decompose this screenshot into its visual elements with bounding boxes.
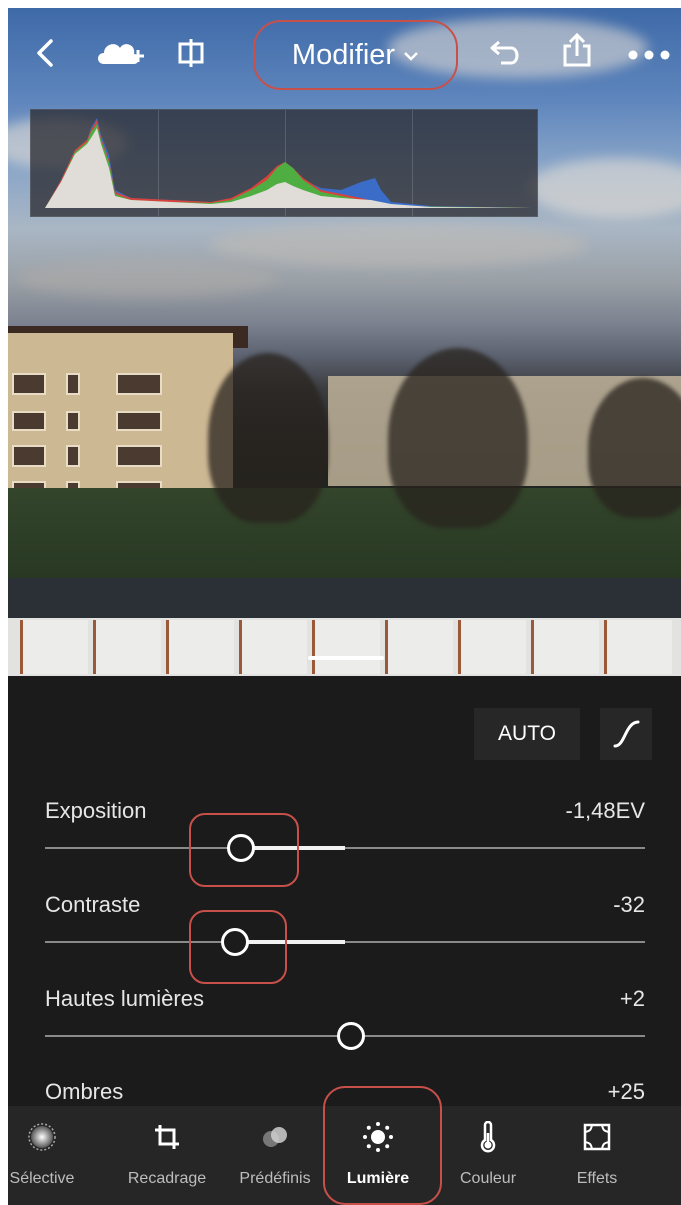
tool-label: Sélective bbox=[9, 1170, 75, 1187]
garage-door bbox=[312, 620, 380, 674]
window bbox=[116, 411, 162, 431]
slider-label: Exposition bbox=[45, 798, 147, 823]
back-icon[interactable] bbox=[30, 38, 60, 74]
garage-door bbox=[385, 620, 453, 674]
tool-crop[interactable]: Recadrage bbox=[122, 1106, 212, 1205]
cloud-add-icon[interactable] bbox=[94, 36, 150, 76]
edit-mode-dropdown[interactable]: Modifier bbox=[253, 20, 458, 90]
garage-door bbox=[458, 620, 526, 674]
selective-icon bbox=[27, 1122, 57, 1152]
slider-label: Hautes lumières bbox=[45, 986, 204, 1011]
crop-icon bbox=[153, 1122, 181, 1152]
slider-value: -32 bbox=[613, 892, 645, 917]
window bbox=[116, 445, 162, 467]
garage-door bbox=[166, 620, 234, 674]
auto-button[interactable]: AUTO bbox=[474, 708, 580, 760]
presets-icon bbox=[260, 1122, 290, 1152]
more-icon[interactable] bbox=[625, 38, 681, 68]
window bbox=[66, 445, 80, 467]
tool-effects[interactable]: Effets bbox=[557, 1106, 637, 1205]
garage-roof bbox=[8, 578, 681, 618]
tree bbox=[208, 353, 328, 523]
undo-icon[interactable] bbox=[488, 36, 524, 74]
highlight-box bbox=[189, 910, 287, 984]
cloud bbox=[18, 258, 278, 298]
curve-icon bbox=[613, 720, 640, 748]
effects-icon bbox=[582, 1122, 612, 1152]
tool-label: Couleur bbox=[459, 1170, 517, 1187]
garage-door bbox=[531, 620, 599, 674]
tool-color[interactable]: Couleur bbox=[448, 1106, 528, 1205]
slider-value: +25 bbox=[607, 1079, 645, 1104]
tool-presets[interactable]: Prédéfinis bbox=[230, 1106, 320, 1205]
lawn bbox=[8, 488, 681, 578]
window bbox=[12, 411, 46, 431]
cloud bbox=[528, 158, 681, 218]
tool-label: Effets bbox=[576, 1170, 618, 1187]
highlight-box bbox=[189, 813, 299, 887]
light-adjustment-panel: AUTO Exposition -1,48EV Contraste -32 Ha… bbox=[8, 676, 681, 1106]
edit-mode-title: Modifier bbox=[291, 38, 396, 71]
highlight-box bbox=[323, 1086, 442, 1205]
window bbox=[12, 373, 46, 395]
slider-track[interactable] bbox=[45, 941, 645, 943]
histogram-graph bbox=[45, 118, 531, 208]
garage-door bbox=[93, 620, 161, 674]
tool-selective[interactable]: Sélective bbox=[8, 1106, 76, 1205]
tool-label: Recadrage bbox=[127, 1170, 207, 1187]
window bbox=[66, 373, 80, 395]
top-bar: Modifier bbox=[8, 8, 681, 90]
slider-label: Contraste bbox=[45, 892, 141, 917]
chevron-down-icon bbox=[403, 45, 419, 66]
panel-drag-handle[interactable] bbox=[308, 656, 384, 660]
tree bbox=[388, 348, 528, 528]
garage-door bbox=[20, 620, 88, 674]
slider-label: Ombres bbox=[45, 1079, 124, 1104]
tone-curve-button[interactable] bbox=[600, 708, 652, 760]
window bbox=[12, 445, 46, 467]
window bbox=[66, 411, 80, 431]
compare-icon[interactable] bbox=[174, 38, 208, 74]
histogram[interactable] bbox=[30, 109, 538, 217]
cloud bbox=[208, 223, 588, 268]
garage-door bbox=[604, 620, 672, 674]
window bbox=[116, 373, 162, 395]
tool-label: Prédéfinis bbox=[239, 1170, 311, 1187]
share-icon[interactable] bbox=[560, 32, 594, 74]
slider-track[interactable] bbox=[45, 847, 645, 849]
app-screen: Modifier AUTO Exposition -1,48EV Contras… bbox=[8, 8, 681, 1205]
garage-door bbox=[239, 620, 307, 674]
slider-thumb[interactable] bbox=[337, 1022, 365, 1050]
thermometer-icon bbox=[478, 1121, 498, 1153]
slider-value: -1,48EV bbox=[565, 798, 646, 823]
slider-value: +2 bbox=[619, 986, 645, 1011]
